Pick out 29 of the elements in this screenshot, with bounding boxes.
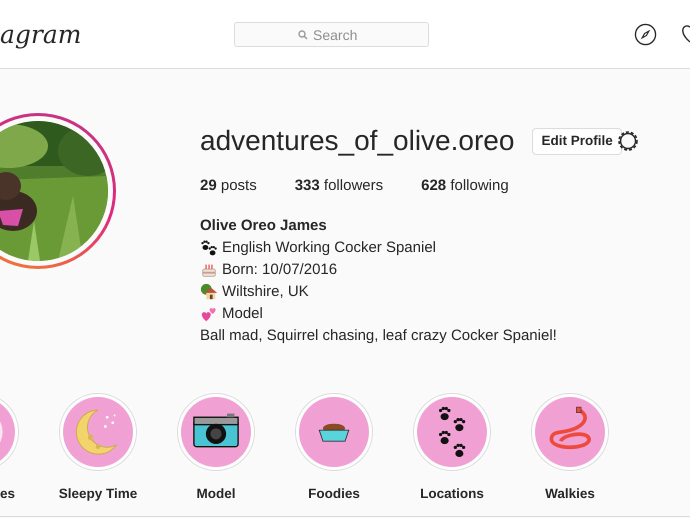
- profile-stat[interactable]: 29 posts: [200, 175, 257, 198]
- logo[interactable]: agram: [0, 16, 82, 54]
- highlight-label: Locations: [420, 484, 484, 502]
- moon-and-stars-icon: [76, 408, 117, 454]
- bio-line: English Working Cocker Spaniel: [222, 238, 436, 258]
- highlight-label: Walkies: [545, 484, 595, 502]
- highlight-label: Sleepy Time: [58, 484, 138, 503]
- highlight-label: es: [0, 484, 15, 502]
- search-field[interactable]: Search: [234, 22, 429, 47]
- camera-icon: [193, 413, 239, 447]
- compass-icon[interactable]: [634, 23, 657, 46]
- house-with-tree-icon: [200, 282, 218, 300]
- paw-prints-icon: [200, 238, 218, 256]
- profile-stat[interactable]: 333 followers: [294, 175, 384, 198]
- profile-stat[interactable]: 628 following: [421, 175, 509, 198]
- full-name: Olive Oreo James: [200, 216, 328, 236]
- username: adventures_of_olive.oreo: [200, 127, 514, 155]
- bio-line: Model: [222, 304, 263, 324]
- settings-icon[interactable]: [616, 129, 640, 153]
- leash-icon: [550, 406, 591, 449]
- bio-line: Ball mad, Squirrel chasing, leaf crazy Cocker Spaniel!: [200, 326, 557, 346]
- paw-prints-icon: [438, 406, 466, 456]
- edit-profile-button[interactable]: Edit Profile: [532, 128, 622, 154]
- bio-line: Wiltshire, UK: [222, 282, 309, 302]
- highlight-label: Model: [196, 484, 236, 502]
- food-bowl-icon: [318, 423, 350, 442]
- highlight-label: Foodies: [308, 484, 360, 502]
- search-icon: [298, 30, 308, 40]
- bio-line: Born: 10/07/2016: [222, 260, 338, 280]
